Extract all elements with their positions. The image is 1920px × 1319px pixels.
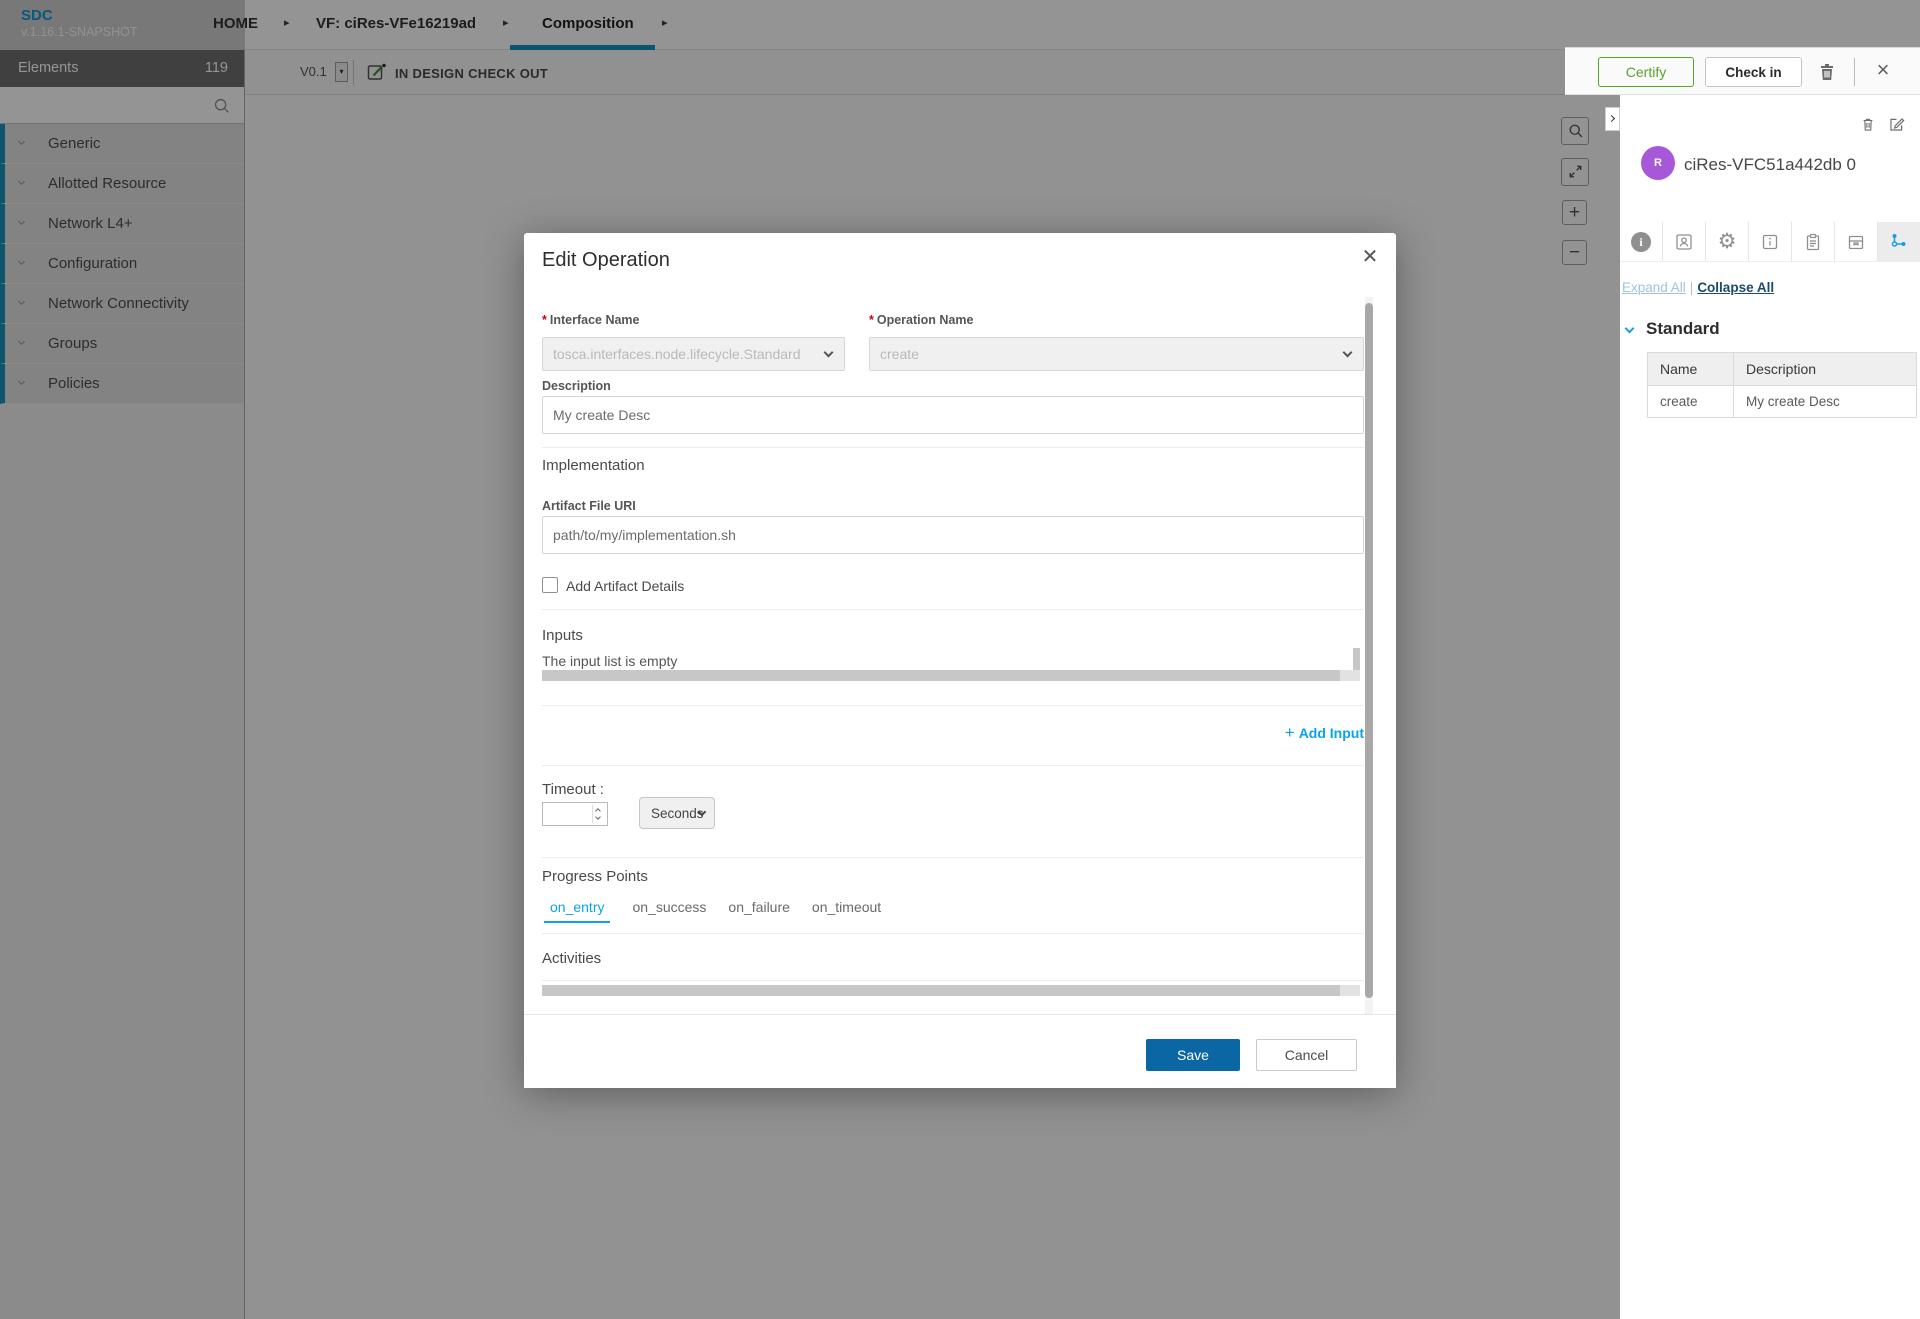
tab-on-failure[interactable]: on_failure [728, 899, 790, 923]
inputs-horizontal-scrollbar[interactable] [542, 670, 1360, 681]
divider [542, 705, 1364, 706]
actionbar-separator [1854, 58, 1855, 86]
column-header-description: Description [1734, 353, 1917, 386]
component-avatar: R [1641, 146, 1675, 180]
edit-icon [1888, 116, 1905, 133]
artifact-file-uri-label: Artifact File URI [542, 499, 636, 513]
trash-icon [1817, 62, 1837, 82]
tab-information-artifacts[interactable] [1749, 222, 1792, 261]
progress-points-heading: Progress Points [542, 868, 648, 885]
interface-name-label: *Interface Name [542, 313, 640, 327]
panel-tab-bar: i ⚙ [1620, 222, 1920, 262]
interface-name-select[interactable]: tosca.interfaces.node.lifecycle.Standard [542, 337, 845, 371]
operation-name-select[interactable]: create [869, 337, 1364, 371]
tab-info[interactable]: i [1620, 222, 1663, 261]
modal-title: Edit Operation [542, 249, 670, 272]
operation-description-cell: My create Desc [1734, 386, 1917, 418]
panel-collapse-toggle[interactable] [1605, 107, 1620, 131]
expand-all-link[interactable]: Expand All [1622, 280, 1686, 295]
operation-name-label: *Operation Name [869, 313, 973, 327]
progress-points-tabs: on_entry on_success on_failure on_timeou… [544, 899, 881, 923]
add-artifact-details-label: Add Artifact Details [566, 578, 684, 594]
inputs-heading: Inputs [542, 627, 583, 644]
trash-icon [1860, 116, 1876, 133]
archive-box-icon [1846, 232, 1866, 252]
divider [542, 447, 1364, 448]
modal-scrollbar-track [1365, 297, 1373, 1014]
divider [542, 933, 1364, 934]
divider [542, 765, 1364, 766]
timeout-label: Timeout : [542, 781, 604, 798]
gear-icon: ⚙ [1718, 232, 1737, 252]
workspace-action-bar: Certify Check in × [1565, 47, 1920, 95]
add-artifact-details-checkbox[interactable] [542, 577, 558, 593]
delete-component-button[interactable] [1860, 116, 1876, 138]
number-spinner[interactable] [592, 805, 605, 823]
implementation-heading: Implementation [542, 457, 645, 474]
spinner-up-icon [595, 808, 601, 814]
component-title: ciRes-VFC51a442db 0 [1684, 155, 1856, 175]
timeout-unit-select[interactable]: Seconds [639, 797, 715, 829]
modal-body: *Interface Name *Operation Name tosca.in… [524, 297, 1396, 1014]
tab-artifacts[interactable] [1663, 222, 1706, 261]
table-row[interactable]: create My create Desc [1648, 386, 1917, 418]
component-details-panel: R ciRes-VFC51a442db 0 i ⚙ [1620, 95, 1920, 1319]
tab-on-success[interactable]: on_success [632, 899, 706, 923]
tab-on-entry[interactable]: on_entry [544, 899, 610, 923]
modal-scrollbar-thumb[interactable] [1365, 303, 1373, 998]
chevron-right-icon [1608, 115, 1615, 122]
edit-component-button[interactable] [1888, 116, 1905, 138]
badge-icon [1674, 232, 1694, 252]
spinner-down-icon [595, 814, 601, 820]
chevron-down-icon [1343, 348, 1353, 358]
cancel-button[interactable]: Cancel [1256, 1039, 1357, 1071]
activities-horizontal-scrollbar[interactable] [542, 985, 1360, 996]
check-in-button[interactable]: Check in [1705, 57, 1802, 87]
chevron-down-icon [1625, 324, 1635, 334]
plus-icon: + [1285, 723, 1295, 742]
certify-button[interactable]: Certify [1598, 57, 1694, 87]
workflow-network-icon [1889, 232, 1909, 252]
timeout-input[interactable] [542, 802, 608, 826]
description-input[interactable] [542, 396, 1364, 434]
clipboard-icon [1803, 232, 1823, 252]
section-title: Standard [1646, 319, 1720, 339]
divider [542, 980, 1364, 981]
tab-settings[interactable]: ⚙ [1706, 222, 1749, 261]
column-header-name: Name [1648, 353, 1734, 386]
activities-heading: Activities [542, 950, 601, 967]
required-asterisk: * [869, 313, 874, 327]
link-separator: | [1690, 280, 1694, 295]
sdc-app: SDC v.1.16.1-SNAPSHOT HOME ▸ VF: ciRes-V… [0, 0, 1920, 1319]
tab-operations[interactable] [1878, 222, 1920, 261]
collapse-all-link[interactable]: Collapse All [1697, 280, 1774, 295]
operations-table: Name Description create My create Desc [1647, 352, 1917, 418]
modal-close-button[interactable]: ✕ [1354, 241, 1386, 273]
edit-operation-modal: Edit Operation ✕ *Interface Name *Operat… [524, 233, 1396, 1088]
inputs-vertical-scrollbar[interactable] [1353, 648, 1360, 670]
chevron-down-icon [824, 348, 834, 358]
info-square-icon [1760, 232, 1780, 252]
add-input-button[interactable]: +Add Input [1285, 723, 1364, 743]
info-icon: i [1631, 232, 1651, 252]
divider [542, 857, 1364, 858]
close-workspace-button[interactable]: × [1867, 54, 1899, 86]
inputs-empty-message: The input list is empty [542, 653, 677, 669]
operation-name-cell: create [1648, 386, 1734, 418]
divider [542, 609, 1364, 610]
artifact-file-uri-input[interactable] [542, 516, 1364, 554]
required-asterisk: * [542, 313, 547, 327]
table-header-row: Name Description [1648, 353, 1917, 386]
description-label: Description [542, 379, 611, 393]
modal-footer: Save Cancel [524, 1014, 1396, 1088]
tab-requirements-capabilities[interactable] [1792, 222, 1835, 261]
expand-collapse-links: Expand All |Collapse All [1622, 280, 1774, 295]
tab-deployment[interactable] [1835, 222, 1878, 261]
tab-on-timeout[interactable]: on_timeout [812, 899, 881, 923]
save-button[interactable]: Save [1146, 1039, 1240, 1071]
delete-button[interactable] [1817, 62, 1837, 87]
